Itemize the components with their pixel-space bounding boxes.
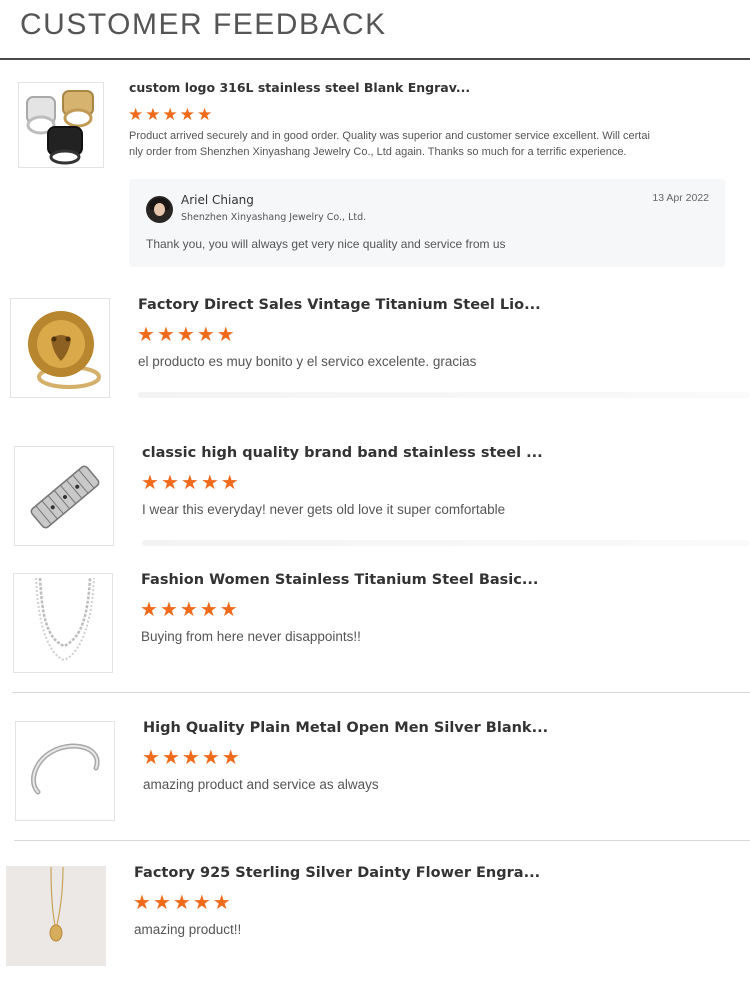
star-icon: ★	[161, 747, 180, 769]
rating-stars: ★ ★ ★ ★ ★	[142, 748, 240, 768]
star-icon: ★	[162, 105, 178, 124]
reply-author-name: Ariel Chiang	[181, 193, 254, 207]
page-title: CUSTOMER FEEDBACK	[20, 8, 387, 41]
review-divider	[138, 392, 750, 398]
reply-date: 13 Apr 2022	[652, 192, 709, 204]
star-icon: ★	[219, 599, 238, 621]
product-image-pendant[interactable]	[6, 866, 106, 966]
rating-stars: ★ ★ ★ ★ ★	[141, 473, 239, 493]
star-icon: ★	[133, 892, 151, 914]
review-divider	[142, 540, 750, 546]
review-comment: Buying from here never disappoints!!	[141, 629, 361, 644]
review-product-title[interactable]: Factory Direct Sales Vintage Titanium St…	[138, 297, 541, 313]
star-icon: ★	[145, 105, 161, 124]
star-icon: ★	[180, 472, 199, 494]
review-comment: amazing product!!	[134, 922, 242, 937]
review-product-title[interactable]: Factory 925 Sterling Silver Dainty Flowe…	[134, 865, 540, 881]
rating-stars: ★ ★ ★ ★ ★	[137, 325, 235, 345]
star-icon: ★	[160, 472, 179, 494]
star-icon: ★	[200, 472, 219, 494]
star-icon: ★	[192, 892, 211, 914]
rating-stars: ★ ★ ★ ★ ★	[128, 106, 212, 123]
star-icon: ★	[216, 324, 235, 346]
star-icon: ★	[221, 747, 240, 769]
star-icon: ★	[159, 599, 178, 621]
star-icon: ★	[220, 472, 239, 494]
avatar	[146, 196, 173, 223]
review-product-title[interactable]: custom logo 316L stainless steel Blank E…	[129, 80, 470, 95]
product-image-cuff-bracelet[interactable]	[15, 721, 115, 821]
star-icon: ★	[156, 324, 175, 346]
reply-text: Thank you, you will always get very nice…	[146, 237, 506, 251]
review-divider	[14, 840, 750, 841]
review-product-title[interactable]: High Quality Plain Metal Open Men Silver…	[143, 720, 548, 736]
page-header: CUSTOMER FEEDBACK	[0, 0, 750, 60]
product-image-bracelet[interactable]	[14, 446, 114, 546]
product-image-lion-ring[interactable]	[10, 298, 110, 398]
product-image-necklace[interactable]	[13, 573, 113, 673]
star-icon: ★	[140, 599, 158, 621]
review-comment: el producto es muy bonito y el servico e…	[138, 354, 477, 369]
review-product-title[interactable]: Fashion Women Stainless Titanium Steel B…	[141, 572, 538, 588]
review-comment: I wear this everyday! never gets old lov…	[142, 502, 506, 517]
review-comment-line: nly order from Shenzhen Xinyashang Jewel…	[129, 146, 627, 158]
star-icon: ★	[181, 747, 200, 769]
star-icon: ★	[152, 892, 171, 914]
star-icon: ★	[128, 105, 144, 124]
star-icon: ★	[179, 105, 195, 124]
review-comment-line: Product arrived securely and in good ord…	[129, 130, 650, 142]
star-icon: ★	[196, 324, 215, 346]
star-icon: ★	[141, 472, 159, 494]
reply-company: Shenzhen Xinyashang Jewelry Co., Ltd.	[181, 212, 367, 223]
star-icon: ★	[212, 892, 231, 914]
star-icon: ★	[142, 747, 160, 769]
review-comment: amazing product and service as always	[143, 777, 379, 792]
review-product-title[interactable]: classic high quality brand band stainles…	[142, 445, 543, 461]
star-icon: ★	[179, 599, 198, 621]
star-icon: ★	[199, 599, 218, 621]
star-icon: ★	[172, 892, 191, 914]
product-image-rings[interactable]	[18, 82, 104, 168]
star-icon: ★	[197, 105, 213, 124]
seller-reply: Ariel Chiang Shenzhen Xinyashang Jewelry…	[129, 179, 725, 267]
review-divider	[12, 692, 750, 693]
rating-stars: ★ ★ ★ ★ ★	[133, 893, 231, 913]
star-icon: ★	[176, 324, 195, 346]
star-icon: ★	[137, 324, 155, 346]
rating-stars: ★ ★ ★ ★ ★	[140, 600, 238, 620]
star-icon: ★	[201, 747, 220, 769]
